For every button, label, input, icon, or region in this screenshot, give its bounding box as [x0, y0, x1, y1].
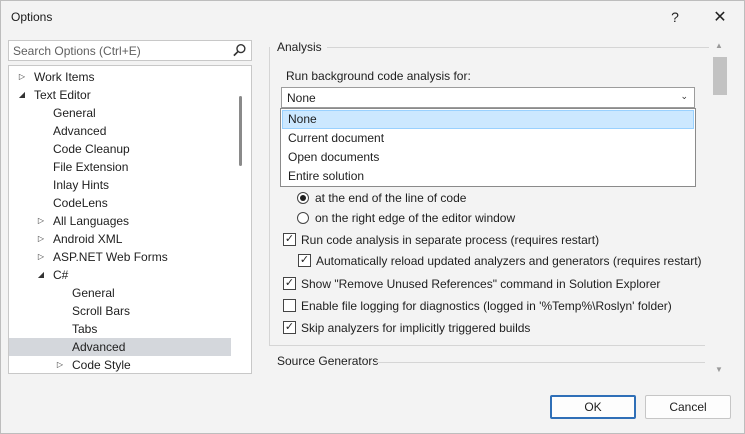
- tree-item-label: ASP.NET Web Forms: [53, 250, 168, 264]
- help-button[interactable]: ?: [655, 1, 695, 33]
- collapse-arrow-icon[interactable]: ◢: [17, 86, 27, 104]
- tree-item-label: Work Items: [34, 70, 95, 84]
- expand-arrow-icon[interactable]: ▷: [36, 230, 46, 248]
- chk-skip-analyzers-option[interactable]: ✓ Skip analyzers for implicitly triggere…: [283, 319, 703, 337]
- tree-item-label: General: [72, 286, 115, 300]
- tree-item-label: File Extension: [53, 160, 129, 174]
- group-border-top: [321, 47, 709, 48]
- chk-file-logging-label: Enable file logging for diagnostics (log…: [301, 299, 672, 313]
- run-analysis-combo[interactable]: None ⌄: [281, 87, 695, 108]
- tree-item-label: Advanced: [72, 340, 126, 354]
- expand-arrow-icon[interactable]: ▷: [36, 212, 46, 230]
- settings-panel: Analysis Run background code analysis fo…: [267, 39, 709, 374]
- expand-arrow-icon[interactable]: ▷: [36, 248, 46, 266]
- radio-end-of-line[interactable]: [297, 192, 309, 204]
- options-tree: ▷ Work Items ◢ Text Editor General Advanced Co…: [8, 65, 252, 374]
- tree-item-label: C#: [53, 268, 69, 282]
- tree-item-label: Code Style: [72, 358, 131, 372]
- tree-item-label: Inlay Hints: [53, 178, 110, 192]
- options-dialog: Options ? ✕ ▷ Work Items ◢ Text Editor Gener…: [0, 0, 745, 434]
- title-bar: Options ? ✕: [1, 1, 744, 33]
- chk-remove-unused-label: Show "Remove Unused References" command …: [301, 277, 661, 291]
- chk-file-logging[interactable]: [283, 299, 296, 312]
- run-analysis-dropdown: None Current document Open documents Ent…: [280, 108, 696, 187]
- source-generators-border: [375, 362, 705, 363]
- chk-skip-analyzers[interactable]: ✓: [283, 321, 296, 334]
- dropdown-option-none[interactable]: None: [282, 110, 694, 129]
- run-analysis-value: None: [287, 91, 316, 105]
- chk-separate-process-option[interactable]: ✓ Run code analysis in separate process …: [283, 231, 703, 249]
- analysis-group-title: Analysis: [277, 40, 327, 54]
- scroll-up-icon[interactable]: ▲: [715, 41, 723, 50]
- chk-separate-process-label: Run code analysis in separate process (r…: [301, 233, 600, 247]
- run-analysis-label: Run background code analysis for:: [286, 69, 471, 83]
- settings-scrollbar[interactable]: ▲ ▼: [710, 41, 732, 374]
- search-box: [8, 40, 252, 61]
- group-border-bottom: [269, 345, 705, 346]
- tree-item-label: CodeLens: [53, 196, 108, 210]
- tree-item-label: Code Cleanup: [53, 142, 130, 156]
- chk-auto-reload[interactable]: ✓: [298, 254, 311, 267]
- tree-item[interactable]: ▷ ASP.NET Web Forms: [9, 248, 231, 266]
- tree-item[interactable]: Scroll Bars: [9, 302, 231, 320]
- ok-button[interactable]: OK: [550, 395, 636, 419]
- expand-arrow-icon[interactable]: ▷: [17, 68, 27, 86]
- window-title: Options: [11, 10, 53, 24]
- tree-scrollbar-thumb[interactable]: [239, 96, 242, 166]
- tree-item[interactable]: ▷ All Languages: [9, 212, 231, 230]
- tree-item[interactable]: Inlay Hints: [9, 176, 231, 194]
- tree-item-label: General: [53, 106, 96, 120]
- tree-item[interactable]: File Extension: [9, 158, 231, 176]
- tree-item[interactable]: ▷ Code Style: [9, 356, 231, 373]
- tree-item-label: Advanced: [53, 124, 107, 138]
- tree-item[interactable]: Advanced: [9, 338, 231, 356]
- scrollbar-thumb[interactable]: [713, 57, 727, 95]
- scroll-down-icon[interactable]: ▼: [715, 365, 723, 374]
- tree-item[interactable]: Tabs: [9, 320, 231, 338]
- tree-item-label: Android XML: [53, 232, 123, 246]
- dropdown-option-current-document[interactable]: Current document: [282, 129, 694, 148]
- dropdown-option-open-documents[interactable]: Open documents: [282, 148, 694, 167]
- tree-item[interactable]: ◢ C#: [9, 266, 231, 284]
- radio-end-of-line-label: at the end of the line of code: [315, 191, 467, 205]
- chk-file-logging-option[interactable]: Enable file logging for diagnostics (log…: [283, 297, 703, 315]
- tree-item[interactable]: ▷ Android XML: [9, 230, 231, 248]
- search-input[interactable]: [9, 41, 229, 60]
- tree-item[interactable]: CodeLens: [9, 194, 231, 212]
- tree-item-label: Scroll Bars: [72, 304, 131, 318]
- tree-item-label: All Languages: [53, 214, 130, 228]
- collapse-arrow-icon[interactable]: ◢: [36, 266, 46, 284]
- source-generators-group-title: Source Generators: [277, 354, 379, 368]
- tree-item[interactable]: General: [9, 104, 231, 122]
- radio-end-of-line-option[interactable]: at the end of the line of code: [297, 189, 697, 207]
- expand-arrow-icon[interactable]: ▷: [55, 356, 65, 373]
- tree-item-label: Tabs: [72, 322, 98, 336]
- dropdown-option-entire-solution[interactable]: Entire solution: [282, 167, 694, 186]
- chk-separate-process[interactable]: ✓: [283, 233, 296, 246]
- tree-item[interactable]: General: [9, 284, 231, 302]
- group-border-left: [269, 47, 270, 345]
- tree-item[interactable]: Advanced: [9, 122, 231, 140]
- search-icon[interactable]: [232, 43, 247, 58]
- tree-item[interactable]: ◢ Text Editor: [9, 86, 231, 104]
- cancel-button[interactable]: Cancel: [645, 395, 731, 419]
- tree-item-label: Text Editor: [34, 88, 91, 102]
- tree-item[interactable]: Code Cleanup: [9, 140, 231, 158]
- chk-auto-reload-option[interactable]: ✓ Automatically reload updated analyzers…: [298, 252, 708, 270]
- radio-right-edge-option[interactable]: on the right edge of the editor window: [297, 209, 697, 227]
- chk-remove-unused[interactable]: ✓: [283, 277, 296, 290]
- chk-auto-reload-label: Automatically reload updated analyzers a…: [316, 254, 702, 268]
- chk-remove-unused-option[interactable]: ✓ Show "Remove Unused References" comman…: [283, 275, 703, 293]
- tree-item[interactable]: ▷ Work Items: [9, 68, 231, 86]
- close-button[interactable]: ✕: [700, 1, 740, 33]
- radio-right-edge-label: on the right edge of the editor window: [315, 211, 516, 225]
- chevron-down-icon: ⌄: [680, 91, 688, 101]
- chk-skip-analyzers-label: Skip analyzers for implicitly triggered …: [301, 321, 531, 335]
- radio-right-edge[interactable]: [297, 212, 309, 224]
